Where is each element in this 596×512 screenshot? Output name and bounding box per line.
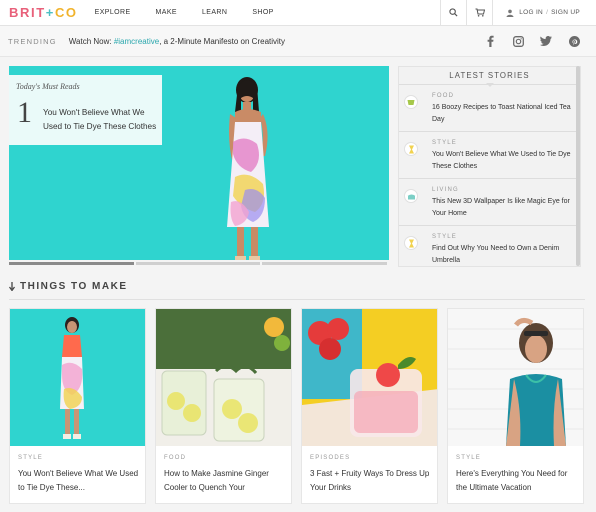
social-links	[468, 35, 580, 47]
login-separator: /	[546, 9, 549, 16]
article-card[interactable]: FOOD How to Make Jasmine Ginger Cooler t…	[155, 308, 292, 504]
trending-hashtag: #iamcreative	[113, 36, 160, 46]
twitter-icon[interactable]	[540, 35, 552, 47]
latest-story-item[interactable]: STYLE Find Out Why You Need to Own a Den…	[399, 226, 580, 273]
main-nav: EXPLORE MAKE LEARN SHOP	[95, 9, 299, 16]
story-category: FOOD	[432, 93, 455, 99]
story-category: STYLE	[432, 234, 458, 240]
hero-model-image	[227, 77, 269, 260]
story-title[interactable]: You Won't Believe What We Used to Tie Dy…	[432, 149, 572, 172]
card-image-vacation-style[interactable]	[448, 309, 583, 446]
nav-learn[interactable]: LEARN	[202, 9, 227, 16]
section-title: THINGS TO MAKE	[20, 281, 128, 292]
nav-explore[interactable]: EXPLORE	[95, 9, 131, 16]
latest-stories-title: LATEST STORIES	[449, 71, 530, 80]
trending-link[interactable]: Watch Now: #iamcreative, a 2-Minute Mani…	[69, 37, 285, 46]
trending-bar: TRENDING Watch Now: #iamcreative, a 2-Mi…	[0, 26, 596, 57]
things-to-make-heading: THINGS TO MAKE	[9, 281, 127, 292]
carousel-dot-2[interactable]	[136, 262, 260, 265]
top-nav: BRIT+CO EXPLORE MAKE LEARN SHOP LOG IN /…	[0, 0, 596, 26]
nav-make[interactable]: MAKE	[156, 9, 177, 16]
latest-stories-scrollbar[interactable]	[576, 66, 580, 266]
must-read-number: 1	[17, 96, 32, 129]
logo-plus-text: +	[45, 5, 55, 20]
login-link[interactable]: LOG IN	[519, 9, 543, 16]
signup-link[interactable]: SIGN UP	[551, 9, 580, 16]
style-icon	[404, 236, 418, 250]
hero-banner[interactable]: Today's Must Reads 1 You Won't Believe W…	[9, 66, 389, 260]
login-signup: LOG IN / SIGN UP	[492, 0, 596, 26]
arrow-down-icon	[9, 282, 15, 291]
card-category: EPISODES	[310, 455, 351, 461]
must-read-title[interactable]: You Won't Believe What We Used to Tie Dy…	[43, 106, 158, 134]
food-icon	[404, 95, 418, 109]
latest-stories-panel: LATEST STORIES FOOD 16 Boozy Recipes to …	[398, 66, 581, 267]
nav-shop[interactable]: SHOP	[252, 9, 273, 16]
trending-label: TRENDING	[8, 36, 57, 46]
cart-icon	[475, 8, 485, 17]
article-card[interactable]: EPISODES 3 Fast + Fruity Ways To Dress U…	[301, 308, 438, 504]
style-icon	[404, 142, 418, 156]
section-divider	[9, 299, 585, 300]
carousel-dot-1[interactable]	[9, 262, 135, 265]
carousel-dot-3[interactable]	[261, 262, 387, 265]
search-button[interactable]	[440, 0, 466, 26]
article-card[interactable]: STYLE You Won't Believe What We Used to …	[9, 308, 146, 504]
card-title[interactable]: 3 Fast + Fruity Ways To Dress Up Your Dr…	[310, 467, 434, 495]
search-icon	[449, 8, 458, 17]
latest-story-item[interactable]: LIVING This New 3D Wallpaper Is like Mag…	[399, 179, 580, 226]
living-icon	[404, 189, 418, 203]
story-category: STYLE	[432, 140, 458, 146]
story-title[interactable]: Find Out Why You Need to Own a Denim Umb…	[432, 243, 572, 266]
card-title[interactable]: You Won't Believe What We Used to Tie Dy…	[18, 467, 142, 495]
trending-suffix: , a 2-Minute Manifesto on Creativity	[159, 36, 286, 46]
trending-prefix: Watch Now:	[68, 36, 114, 46]
user-icon	[506, 9, 514, 17]
card-image-jasmine-cooler[interactable]	[156, 309, 291, 446]
latest-story-item[interactable]: STYLE You Won't Believe What We Used to …	[399, 132, 580, 179]
must-read-caption: Today's Must Reads	[16, 82, 80, 91]
cart-button[interactable]	[466, 0, 492, 26]
article-card[interactable]: STYLE Here's Everything You Need for the…	[447, 308, 584, 504]
must-read-card[interactable]: Today's Must Reads 1 You Won't Believe W…	[9, 75, 162, 145]
story-category: LIVING	[432, 187, 459, 193]
card-title[interactable]: Here's Everything You Need for the Ultim…	[456, 467, 580, 495]
story-title[interactable]: This New 3D Wallpaper Is like Magic Eye …	[432, 196, 572, 219]
card-category: STYLE	[456, 455, 482, 461]
logo-brit-text: BRIT	[9, 5, 46, 20]
card-category: STYLE	[18, 455, 44, 461]
card-image-fruity-drinks[interactable]	[302, 309, 437, 446]
latest-stories-header: LATEST STORIES	[399, 67, 580, 87]
pinterest-icon[interactable]	[568, 35, 580, 47]
instagram-icon[interactable]	[512, 35, 524, 47]
card-title[interactable]: How to Make Jasmine Ginger Cooler to Que…	[164, 467, 288, 495]
latest-story-item[interactable]: FOOD 16 Boozy Recipes to Toast National …	[399, 85, 580, 132]
story-title[interactable]: 16 Boozy Recipes to Toast National Iced …	[432, 102, 572, 125]
brit-co-logo[interactable]: BRIT+CO	[9, 5, 78, 20]
facebook-icon[interactable]	[484, 35, 496, 47]
logo-co-text: CO	[54, 5, 78, 20]
hero-carousel-progress[interactable]	[9, 262, 389, 266]
card-image-tie-dye[interactable]	[10, 309, 145, 446]
card-category: FOOD	[164, 455, 187, 461]
